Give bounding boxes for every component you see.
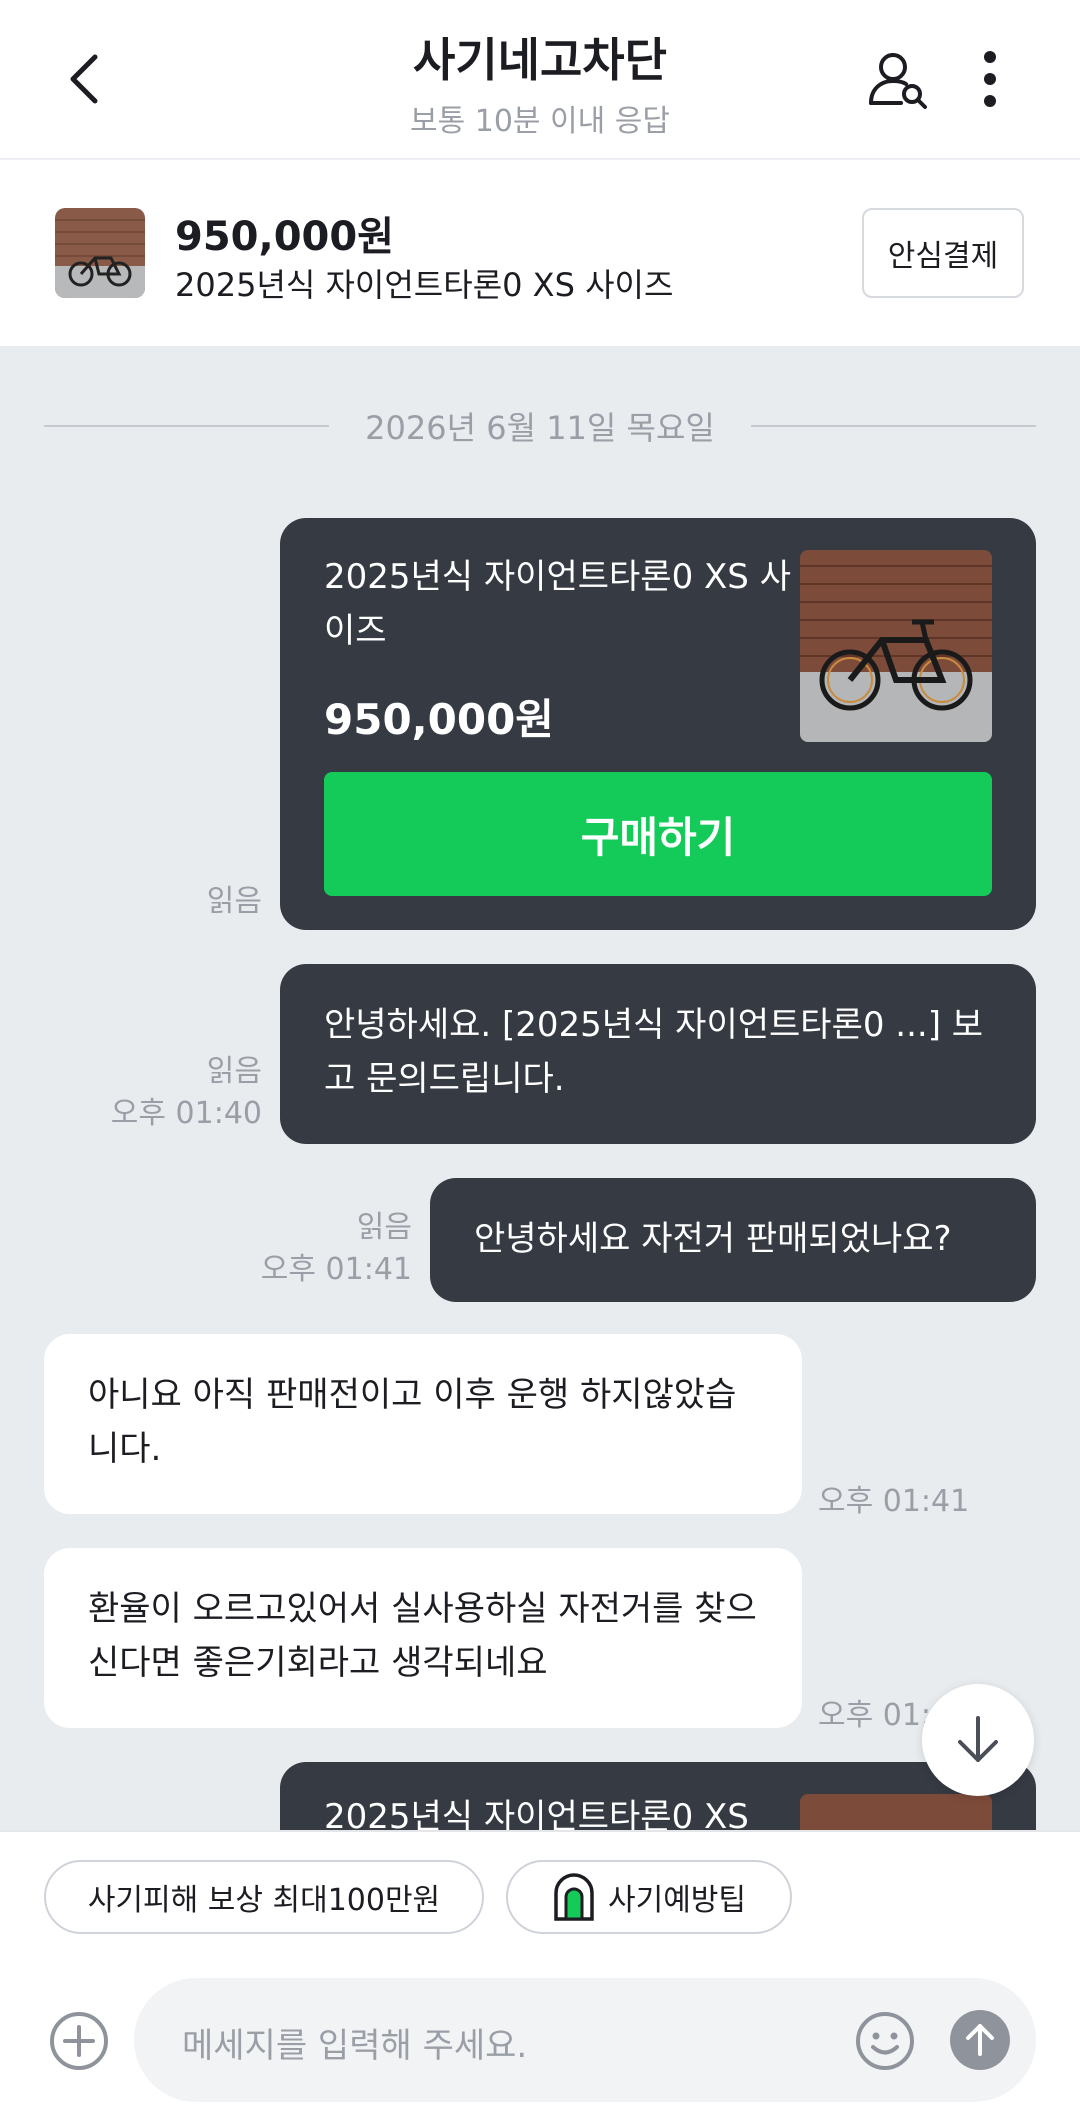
message-time: 오후 01:41 [818, 1484, 970, 1519]
attach-button[interactable] [48, 2010, 110, 2072]
date-label: 2026년 6월 11일 목요일 [365, 409, 715, 447]
message-text: 환율이 오르고있어서 실사용하실 자전거를 찾으신다면 좋은기회라고 생각되네요 [88, 1589, 757, 1683]
read-receipt: 읽음 [206, 1054, 262, 1089]
product-name: 2025년식 자이언트타론0 XS 사이즈 [175, 266, 674, 304]
divider-line [750, 425, 1037, 427]
send-button[interactable] [950, 2010, 1010, 2070]
arrow-up-icon [966, 2024, 994, 2056]
scroll-to-bottom-button[interactable] [922, 1684, 1034, 1796]
buy-button[interactable]: 구매하기 [324, 772, 992, 896]
profile-button[interactable] [862, 44, 932, 114]
received-message-bubble[interactable]: 환율이 오르고있어서 실사용하실 자전거를 찾으신다면 좋은기회라고 생각되네요 [44, 1548, 802, 1728]
card-product-price: 950,000원 [324, 695, 554, 744]
message-time: 오후 01:40 [110, 1096, 262, 1131]
divider-line [44, 425, 330, 427]
message-input-bar: 메세지를 입력해 주세요. [0, 1960, 1080, 2121]
card-product-photo[interactable] [800, 550, 992, 742]
chat-header: 사기네고차단 보통 10분 이내 응답 [0, 0, 1080, 160]
date-divider: 2026년 6월 11일 목요일 [44, 406, 1037, 447]
product-price: 950,000원 [175, 214, 394, 260]
user-search-icon [869, 53, 927, 109]
more-vertical-icon [984, 51, 996, 107]
chip-label: 사기피해 보상 최대100만원 [87, 1883, 441, 1918]
product-thumbnail[interactable] [55, 208, 145, 298]
received-message-bubble[interactable]: 아니요 아직 판매전이고 이후 운행 하지않았습니다. [44, 1334, 802, 1514]
message-text: 안녕하세요. [2025년식 자이언트타론0 ...] 보고 문의드립니다. [324, 1005, 984, 1099]
read-receipt: 읽음 [206, 884, 262, 919]
chat-message-list[interactable]: 2026년 6월 11일 목요일 읽음 2025년식 자이언트타론0 XS 사이… [0, 346, 1080, 1830]
safe-pay-button[interactable]: 안심결제 [862, 208, 1024, 298]
emoji-button[interactable] [854, 2010, 916, 2072]
product-summary-bar[interactable]: 950,000원 2025년식 자이언트타론0 XS 사이즈 안심결제 [0, 160, 1080, 346]
quick-chip-bar: 사기피해 보상 최대100만원 사기예방팁 [0, 1830, 1080, 1960]
more-options-button[interactable] [960, 44, 1020, 114]
fraud-prevention-tips-chip[interactable]: 사기예방팁 [506, 1860, 792, 1934]
read-receipt: 읽음 [356, 1210, 412, 1245]
message-input-placeholder: 메세지를 입력해 주세요. [182, 2026, 528, 2066]
product-card-message[interactable]: 2025년식 자이언트타론0 XS 사이즈 950,000원 구매하기 [280, 518, 1036, 930]
arrow-down-icon [958, 1716, 998, 1762]
sent-message-bubble[interactable]: 안녕하세요. [2025년식 자이언트타론0 ...] 보고 문의드립니다. [280, 964, 1036, 1144]
sent-message-bubble[interactable]: 안녕하세요 자전거 판매되었나요? [430, 1178, 1036, 1302]
plus-circle-icon [50, 2012, 108, 2070]
message-time: 오후 01:41 [260, 1252, 412, 1287]
product-card-message[interactable]: 2025년식 자이언트타론0 XS [280, 1762, 1036, 1830]
fraud-compensation-chip[interactable]: 사기피해 보상 최대100만원 [44, 1860, 484, 1934]
card-product-title: 2025년식 자이언트타론0 XS 사이즈 [324, 557, 791, 651]
card-product-title: 2025년식 자이언트타론0 XS [324, 1797, 749, 1830]
message-text: 아니요 아직 판매전이고 이후 운행 하지않았습니다. [88, 1375, 737, 1469]
card-product-photo[interactable] [800, 1794, 992, 1830]
chip-label: 사기예방팁 [608, 1883, 746, 1918]
smiley-icon [856, 2012, 914, 2070]
shield-lock-icon [554, 1873, 594, 1921]
message-text: 안녕하세요 자전거 판매되었나요? [474, 1219, 952, 1259]
message-input[interactable]: 메세지를 입력해 주세요. [134, 1978, 1036, 2102]
